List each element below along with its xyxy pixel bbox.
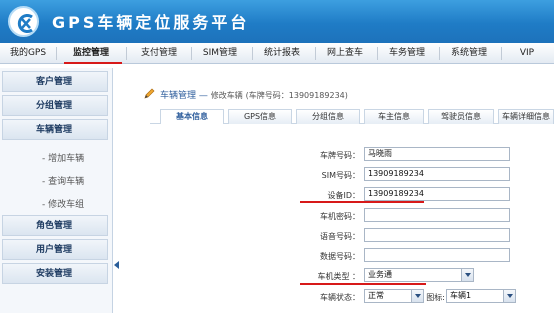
vehicle-status-label: 车辆状态： [320, 293, 360, 302]
sim-field[interactable]: 13909189234 [364, 167, 510, 181]
password-label: 车机密码： [320, 212, 360, 221]
sim-label: SIM号码： [321, 171, 360, 180]
app-title: GPS车辆定位服务平台 [52, 13, 250, 32]
data-number-label: 数据号码： [320, 252, 360, 261]
nav-online-check[interactable]: 网上查车 [317, 43, 373, 64]
breadcrumb: 车辆管理 — 修改车辆 (车牌号码：13909189234) [160, 88, 348, 101]
tab-gps-info[interactable]: GPS信息 [228, 109, 292, 124]
logo-icon [8, 6, 39, 37]
device-id-label: 设备ID： [327, 191, 360, 200]
icon-select-value: 车辆1 [450, 291, 472, 300]
nav-divider [191, 47, 192, 60]
sidebar-item-users[interactable]: 用户管理 [2, 239, 108, 260]
icon-label: 图标: [426, 293, 445, 302]
active-nav-underline [64, 62, 122, 64]
nav-reports[interactable]: 统计报表 [254, 43, 310, 64]
device-type-label: 车机类型 ： [317, 272, 360, 281]
sidebar-item-roles[interactable]: 角色管理 [2, 215, 108, 236]
device-type-select[interactable]: 业务通 [364, 268, 474, 282]
nav-divider [126, 47, 127, 60]
vehicle-status-value: 正常 [368, 291, 384, 300]
sidebar-sub-query-vehicle[interactable]: - 查询车辆 [42, 174, 84, 187]
device-type-value: 业务通 [368, 270, 392, 279]
sidebar-item-install[interactable]: 安装管理 [2, 263, 108, 284]
app-header: GPS车辆定位服务平台 [0, 0, 554, 43]
nav-divider [315, 47, 316, 60]
device-id-underline [300, 201, 424, 203]
top-nav: 我的GPS 监控管理 支付管理 SIM管理 统计报表 网上查车 车务管理 系统管… [0, 43, 554, 64]
sidebar-item-vehicles[interactable]: 车辆管理 [2, 119, 108, 140]
breadcrumb-section[interactable]: 车辆管理 [160, 91, 196, 101]
tab-group-info[interactable]: 分组信息 [296, 109, 360, 124]
chevron-down-icon[interactable] [461, 269, 473, 281]
device-type-underline [300, 283, 426, 285]
tab-basic-info[interactable]: 基本信息 [160, 109, 224, 124]
nav-divider [501, 47, 502, 60]
nav-divider [56, 47, 57, 60]
nav-sim[interactable]: SIM管理 [193, 43, 247, 64]
breadcrumb-action: 修改车辆 [210, 91, 243, 100]
plate-label: 车牌号码： [320, 151, 360, 160]
nav-divider [252, 47, 253, 60]
device-id-field[interactable]: 13909189234 [364, 187, 510, 201]
breadcrumb-plate: (车牌号码：13909189234) [245, 91, 348, 100]
sidebar-item-groups[interactable]: 分组管理 [2, 95, 108, 116]
nav-divider [439, 47, 440, 60]
data-number-field[interactable] [364, 248, 510, 262]
nav-vip[interactable]: VIP [503, 43, 551, 64]
nav-divider [377, 47, 378, 60]
sidebar-sub-add-vehicle[interactable]: - 增加车辆 [42, 151, 84, 164]
plate-field[interactable]: 马晓雨 [364, 147, 510, 161]
voice-number-field[interactable] [364, 228, 510, 242]
breadcrumb-separator: — [198, 91, 208, 101]
tab-owner-info[interactable]: 车主信息 [364, 109, 424, 124]
pencil-icon [144, 88, 155, 99]
sidebar-item-customers[interactable]: 客户管理 [2, 71, 108, 92]
nav-vehicle-affairs[interactable]: 车务管理 [379, 43, 435, 64]
nav-monitor[interactable]: 监控管理 [60, 43, 122, 64]
password-field[interactable] [364, 208, 510, 222]
collapse-arrow-icon[interactable] [114, 261, 119, 269]
nav-my-gps[interactable]: 我的GPS [4, 43, 52, 64]
chevron-down-icon[interactable] [503, 290, 515, 302]
sidebar-sub-edit-group[interactable]: - 修改车组 [42, 197, 84, 210]
icon-select[interactable]: 车辆1 [446, 289, 516, 303]
nav-system[interactable]: 系统管理 [441, 43, 497, 64]
tab-vehicle-details[interactable]: 车辆详细信息 [498, 109, 554, 124]
nav-payment[interactable]: 支付管理 [130, 43, 188, 64]
tab-driver-info[interactable]: 驾驶员信息 [428, 109, 494, 124]
voice-number-label: 语音号码： [320, 232, 360, 241]
